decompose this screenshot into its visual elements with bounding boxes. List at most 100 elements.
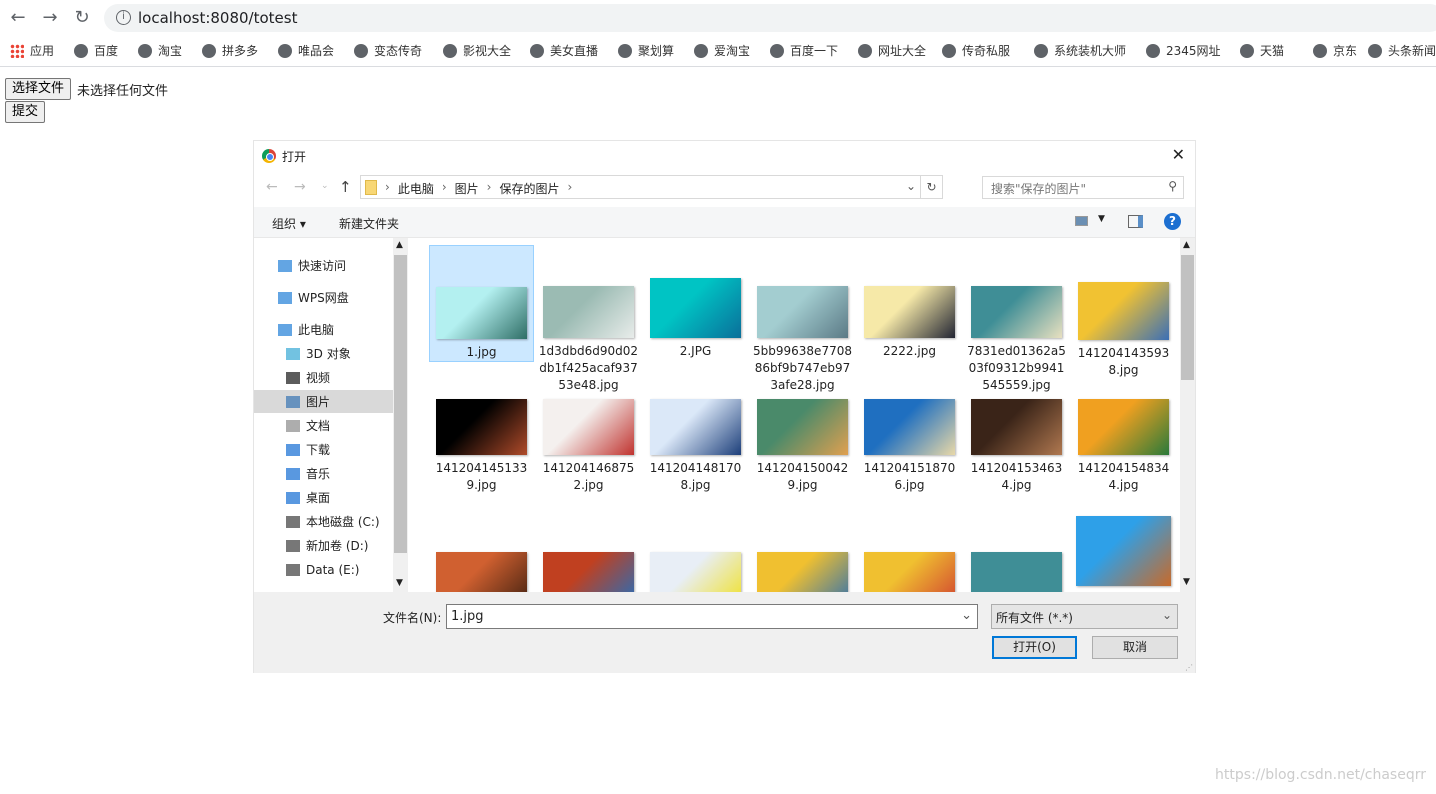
file-item[interactable] xyxy=(750,552,855,592)
cloud-icon xyxy=(278,291,292,304)
filename-input[interactable]: 1.jpg ⌄ xyxy=(446,604,978,629)
nav-item[interactable]: 文档 xyxy=(254,414,393,437)
desktop-icon xyxy=(286,491,300,504)
file-thumbnail xyxy=(971,399,1062,455)
bookmark-item[interactable]: 头条新闻 xyxy=(1368,42,1436,59)
nav-scroll-thumb[interactable] xyxy=(394,255,407,553)
forward-icon[interactable]: → xyxy=(39,7,61,29)
bookmark-item[interactable]: 美女直播 xyxy=(530,42,598,59)
close-icon[interactable]: ✕ xyxy=(1172,145,1185,164)
choose-file-button[interactable]: 选择文件 xyxy=(5,78,72,100)
chevron-down-icon[interactable]: ⌄ xyxy=(906,179,916,193)
breadcrumb-item[interactable]: 保存的图片 xyxy=(499,180,559,197)
nav-item[interactable]: 图片 xyxy=(254,390,393,413)
file-item[interactable]: 5bb99638e770886bf9b747eb973afe28.jpg xyxy=(750,245,855,392)
scroll-up-icon[interactable]: ▲ xyxy=(1183,240,1190,250)
chevron-down-icon[interactable]: ⌄ xyxy=(961,608,972,623)
preview-pane-icon[interactable] xyxy=(1128,215,1143,228)
file-item[interactable] xyxy=(429,552,534,592)
reload-icon[interactable]: ↻ xyxy=(71,7,93,29)
nav-item[interactable]: 3D 对象 xyxy=(254,342,393,365)
bookmark-item[interactable]: 传奇私服 xyxy=(942,42,1010,59)
help-icon[interactable]: ? xyxy=(1164,213,1181,230)
nav-item[interactable]: 新加卷 (D:) xyxy=(254,534,393,557)
file-item[interactable] xyxy=(1071,516,1176,592)
nav-item[interactable]: 此电脑 xyxy=(254,318,393,341)
back-icon[interactable]: ← xyxy=(266,179,278,195)
nav-item[interactable]: 快速访问 xyxy=(254,254,393,277)
nav-item[interactable]: 桌面 xyxy=(254,486,393,509)
resize-grip-icon[interactable]: ⋰ xyxy=(1185,663,1193,672)
open-button[interactable]: 打开(O) xyxy=(992,636,1077,659)
organize-button[interactable]: 组织 ▾ xyxy=(272,215,306,232)
view-dropdown-icon[interactable]: ▼ xyxy=(1098,214,1105,224)
recent-chevron-icon[interactable]: ⌄ xyxy=(321,181,329,191)
nav-item[interactable]: 视频 xyxy=(254,366,393,389)
file-item[interactable]: 1412041500429.jpg xyxy=(750,398,855,538)
bookmark-item[interactable]: 聚划算 xyxy=(618,42,674,59)
search-input[interactable]: 搜索"保存的图片" ⚲ xyxy=(982,176,1184,199)
file-item[interactable]: 1412041451339.jpg xyxy=(429,398,534,538)
filetype-select[interactable]: 所有文件 (*.*) ⌄ xyxy=(991,604,1178,629)
forward-icon[interactable]: → xyxy=(294,179,306,195)
bookmark-item[interactable]: 网址大全 xyxy=(858,42,926,59)
file-item[interactable]: 1412041518706.jpg xyxy=(857,398,962,538)
scroll-down-icon[interactable]: ▼ xyxy=(1183,577,1190,587)
bookmark-item[interactable]: 应用 xyxy=(10,42,54,59)
breadcrumb-item[interactable]: 此电脑 xyxy=(398,180,434,197)
bookmark-item[interactable]: 百度 xyxy=(74,42,118,59)
address-bar[interactable]: i localhost:8080/totest xyxy=(104,4,1436,32)
file-item[interactable]: 7831ed01362a503f09312b9941545559.jpg xyxy=(964,245,1069,392)
nav-item[interactable]: 音乐 xyxy=(254,462,393,485)
nav-item[interactable]: 下载 xyxy=(254,438,393,461)
new-folder-button[interactable]: 新建文件夹 xyxy=(339,215,399,232)
files-scroll-thumb[interactable] xyxy=(1181,255,1194,380)
breadcrumb-item[interactable]: 图片 xyxy=(455,180,479,197)
info-icon[interactable]: i xyxy=(116,10,131,25)
bookmark-item[interactable]: 京东 xyxy=(1313,42,1357,59)
view-icon[interactable] xyxy=(1075,216,1088,226)
file-item[interactable] xyxy=(857,552,962,592)
breadcrumb-separator-icon: › xyxy=(567,180,573,194)
bookmark-item[interactable]: 唯品会 xyxy=(278,42,334,59)
nav-item[interactable]: 本地磁盘 (C:) xyxy=(254,510,393,533)
file-item[interactable] xyxy=(536,552,641,592)
bookmark-item[interactable]: 变态传奇 xyxy=(354,42,422,59)
bookmark-item[interactable]: 百度一下 xyxy=(770,42,838,59)
file-item[interactable]: 1d3dbd6d90d02db1f425acaf93753e48.jpg xyxy=(536,245,641,392)
file-item[interactable]: 2222.jpg xyxy=(857,245,962,385)
bookmark-item[interactable]: 天猫 xyxy=(1240,42,1284,59)
bookmark-item[interactable]: 系统装机大师 xyxy=(1034,42,1126,59)
files-scrollbar[interactable]: ▲ ▼ xyxy=(1180,238,1195,592)
breadcrumb[interactable]: › 此电脑 › 图片 › 保存的图片 › ⌄ ↻ xyxy=(360,175,943,199)
refresh-icon[interactable]: ↻ xyxy=(920,176,942,198)
file-open-dialog: 打开 ✕ ← → ⌄ ↑ › 此电脑 › 图片 › 保存的图片 › ⌄ ↻ 搜索"保存的图片… xyxy=(253,140,1196,673)
back-icon[interactable]: ← xyxy=(7,7,29,29)
file-item[interactable]: 1412041481708.jpg xyxy=(643,398,748,538)
file-thumbnail xyxy=(864,399,955,455)
file-item[interactable]: 1412041435938.jpg xyxy=(1071,245,1176,385)
cancel-button[interactable]: 取消 xyxy=(1092,636,1178,659)
file-item[interactable]: 2.JPG xyxy=(643,245,748,385)
scroll-down-icon[interactable]: ▼ xyxy=(396,578,403,588)
file-name: 1412041548344.jpg xyxy=(1077,461,1170,492)
nav-item[interactable]: WPS网盘 xyxy=(254,286,393,309)
submit-button[interactable]: 提交 xyxy=(5,101,46,123)
file-thumbnail xyxy=(757,552,848,592)
bookmark-item[interactable]: 拼多多 xyxy=(202,42,258,59)
bookmark-item[interactable]: 2345网址 xyxy=(1146,42,1221,59)
nav-scrollbar[interactable]: ▲ ▼ xyxy=(393,238,408,593)
scroll-up-icon[interactable]: ▲ xyxy=(396,240,403,250)
file-name: 5bb99638e770886bf9b747eb973afe28.jpg xyxy=(753,344,852,392)
bookmark-item[interactable]: 淘宝 xyxy=(138,42,182,59)
bookmark-item[interactable]: 影视大全 xyxy=(443,42,511,59)
nav-item[interactable]: Data (E:) xyxy=(254,558,393,581)
up-icon[interactable]: ↑ xyxy=(339,178,352,196)
file-item[interactable] xyxy=(964,552,1069,592)
file-item[interactable]: 1.jpg xyxy=(429,245,534,362)
bookmark-item[interactable]: 爱淘宝 xyxy=(694,42,750,59)
bookmark-label: 爱淘宝 xyxy=(714,44,751,58)
file-item[interactable] xyxy=(643,552,748,592)
file-item[interactable]: 1412041534634.jpg xyxy=(964,398,1069,538)
file-item[interactable]: 1412041468752.jpg xyxy=(536,398,641,538)
